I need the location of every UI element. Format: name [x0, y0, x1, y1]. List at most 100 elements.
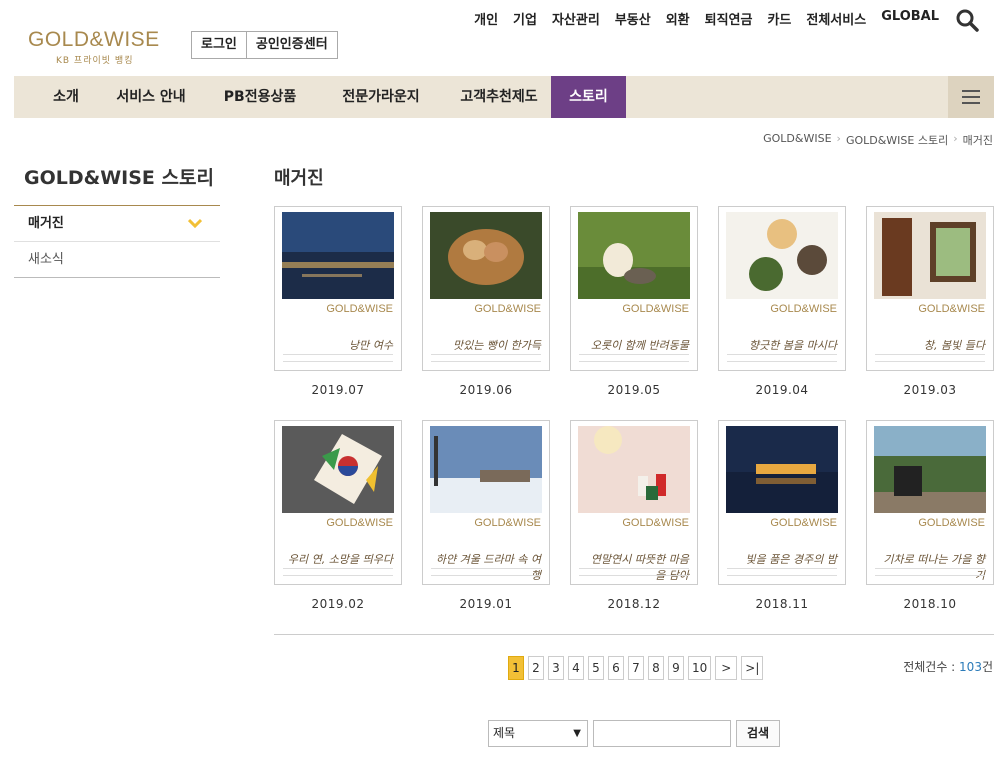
puppy-kitten-photo — [578, 212, 690, 299]
magazine-card[interactable]: GOLD&WISE 우리 연, 소망을 띄우다 2019.02 — [274, 420, 402, 611]
total-label: 전체건수 : — [903, 660, 960, 674]
cover-footer — [875, 354, 985, 362]
cover-headline: 연말연시 따뜻한 마음을 담아 — [590, 553, 689, 582]
cover-footer — [875, 568, 985, 576]
page-title: 매거진 — [274, 168, 324, 189]
magazine-cover[interactable]: GOLD&WISE 우리 연, 소망을 띄우다 — [274, 420, 402, 585]
magazine-cover[interactable]: GOLD&WISE 빛을 품은 경주의 밤 — [718, 420, 846, 585]
cover-footer — [283, 354, 393, 362]
topnav-item-global[interactable]: GLOBAL — [881, 9, 939, 28]
magazine-card[interactable]: GOLD&WISE 창, 봄빛 들다 2019.03 — [866, 206, 994, 397]
pagination: 1 2 3 4 5 6 7 8 9 10 > >| — [508, 656, 764, 680]
magazine-cover[interactable]: GOLD&WISE 오롯이 함께 반려동물 — [570, 206, 698, 371]
page-button[interactable]: 5 — [588, 656, 604, 680]
page-button[interactable]: 2 — [528, 656, 544, 680]
search-field-value: 제목 — [493, 726, 516, 740]
page-button[interactable]: 3 — [548, 656, 564, 680]
magazine-card[interactable]: GOLD&WISE 오롯이 함께 반려동물 2019.05 — [570, 206, 698, 397]
cover-brand: GOLD&WISE — [474, 517, 541, 529]
topnav-item-corporate[interactable]: 기업 — [513, 9, 537, 28]
breadcrumb-item[interactable]: GOLD&WISE 스토리 — [846, 132, 948, 148]
magazine-cover[interactable]: GOLD&WISE 연말연시 따뜻한 마음을 담아 — [570, 420, 698, 585]
steam-train-photo — [874, 426, 986, 513]
gnb-item-service[interactable]: 서비스 안내 — [106, 76, 196, 118]
magazine-card[interactable]: GOLD&WISE 빛을 품은 경주의 밤 2018.11 — [718, 420, 846, 611]
sidebar-item-label: 새소식 — [28, 252, 64, 267]
magazine-cover[interactable]: GOLD&WISE 낭만 여수 — [274, 206, 402, 371]
search-input[interactable] — [593, 720, 731, 747]
cover-brand: GOLD&WISE — [326, 303, 393, 315]
issue-date: 2018.10 — [903, 597, 957, 611]
magazine-cover[interactable]: GOLD&WISE 기차로 떠나는 가을 향기 — [866, 420, 994, 585]
cover-brand: GOLD&WISE — [622, 517, 689, 529]
gold-wise-logo[interactable]: GOLD&WISE KB 프라이빗 뱅킹 — [28, 28, 160, 66]
cover-headline: 창, 봄빛 들다 — [923, 339, 985, 352]
night-harbor-photo — [282, 212, 394, 299]
magazine-cover[interactable]: GOLD&WISE 향긋한 봄을 마시다 — [718, 206, 846, 371]
issue-date: 2019.03 — [903, 383, 957, 397]
page-button[interactable]: 4 — [568, 656, 584, 680]
search-button[interactable]: 검색 — [736, 720, 780, 747]
cover-footer — [579, 568, 689, 576]
page-button-current[interactable]: 1 — [508, 656, 524, 680]
topnav-item-asset[interactable]: 자산관리 — [552, 9, 600, 28]
page-button[interactable]: 6 — [608, 656, 624, 680]
topnav-item-realestate[interactable]: 부동산 — [615, 9, 651, 28]
total-unit: 건 — [981, 660, 993, 674]
last-page-button[interactable]: >| — [741, 656, 764, 680]
search-field-select[interactable]: 제목 ▼ — [488, 720, 588, 747]
gnb-item-referral[interactable]: 고객추천제도 — [444, 76, 554, 118]
cover-footer — [579, 354, 689, 362]
cover-headline: 빛을 품은 경주의 밤 — [745, 553, 837, 566]
breadcrumb: GOLD&WISE › GOLD&WISE 스토리 › 매거진 — [763, 132, 993, 148]
cover-footer — [727, 354, 837, 362]
search-icon[interactable] — [955, 8, 979, 32]
kite-photo — [282, 426, 394, 513]
chevron-right-icon: › — [836, 132, 841, 145]
topnav-item-pension[interactable]: 퇴직연금 — [705, 9, 753, 28]
page-button[interactable]: 10 — [688, 656, 712, 680]
next-page-button[interactable]: > — [715, 656, 738, 680]
magazine-card[interactable]: GOLD&WISE 하얀 겨울 드라마 속 여행 2019.01 — [422, 420, 550, 611]
window-photo — [874, 212, 986, 299]
sidebar-item-news[interactable]: 새소식 — [14, 242, 220, 278]
cover-brand: GOLD&WISE — [326, 517, 393, 529]
cover-footer — [727, 568, 837, 576]
topnav-item-personal[interactable]: 개인 — [474, 9, 498, 28]
magazine-card[interactable]: GOLD&WISE 연말연시 따뜻한 마음을 담아 2018.12 — [570, 420, 698, 611]
magazine-card[interactable]: GOLD&WISE 기차로 떠나는 가을 향기 2018.10 — [866, 420, 994, 611]
magazine-card[interactable]: GOLD&WISE 맛있는 빵이 한가득 2019.06 — [422, 206, 550, 397]
topnav-item-card[interactable]: 카드 — [767, 9, 791, 28]
page-button[interactable]: 9 — [668, 656, 684, 680]
cover-brand: GOLD&WISE — [770, 517, 837, 529]
issue-date: 2018.12 — [607, 597, 661, 611]
page-button[interactable]: 7 — [628, 656, 644, 680]
hamburger-menu-button[interactable] — [948, 76, 994, 118]
sidebar-menu: 매거진 새소식 — [14, 205, 220, 278]
magazine-card[interactable]: GOLD&WISE 낭만 여수 2019.07 — [274, 206, 402, 397]
chevron-down-icon — [188, 218, 202, 228]
breadcrumb-item[interactable]: GOLD&WISE — [763, 132, 831, 148]
gnb-item-expert-lounge[interactable]: 전문가라운지 — [326, 76, 436, 118]
cert-center-button[interactable]: 공인인증센터 — [245, 32, 337, 58]
gnb-item-story[interactable]: 스토리 — [551, 76, 626, 118]
magazine-cover[interactable]: GOLD&WISE 맛있는 빵이 한가득 — [422, 206, 550, 371]
search-bar: 제목 ▼ 검색 — [488, 720, 780, 747]
magazine-cover[interactable]: GOLD&WISE 창, 봄빛 들다 — [866, 206, 994, 371]
cover-brand: GOLD&WISE — [918, 517, 985, 529]
page-button[interactable]: 8 — [648, 656, 664, 680]
sidebar-item-magazine[interactable]: 매거진 — [14, 206, 220, 242]
magazine-card[interactable]: GOLD&WISE 향긋한 봄을 마시다 2019.04 — [718, 206, 846, 397]
magazine-cover[interactable]: GOLD&WISE 하얀 겨울 드라마 속 여행 — [422, 420, 550, 585]
cover-headline: 향긋한 봄을 마시다 — [749, 339, 837, 352]
top-navigation: 개인 기업 자산관리 부동산 외환 퇴직연금 카드 전체서비스 GLOBAL — [474, 9, 939, 28]
topnav-item-forex[interactable]: 외환 — [666, 9, 690, 28]
login-button[interactable]: 로그인 — [192, 32, 246, 58]
cover-brand: GOLD&WISE — [474, 303, 541, 315]
sidebar-item-label: 매거진 — [28, 216, 64, 231]
hamburger-icon — [962, 90, 980, 92]
gnb-item-pb-products[interactable]: PB전용상품 — [210, 76, 310, 118]
gnb-item-intro[interactable]: 소개 — [36, 76, 96, 118]
topnav-item-allservice[interactable]: 전체서비스 — [806, 9, 866, 28]
logo-main-text: GOLD&WISE — [28, 28, 160, 51]
